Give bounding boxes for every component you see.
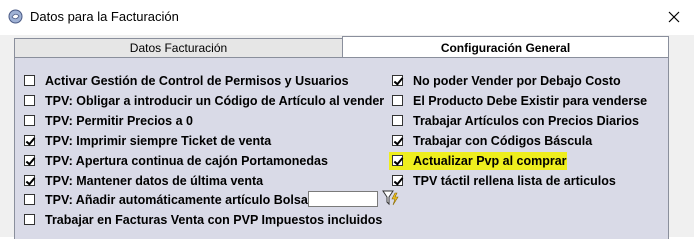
option-mantener-datos[interactable]: TPV: Mantener datos de última venta <box>24 172 263 189</box>
checkbox[interactable] <box>24 95 35 106</box>
checkbox[interactable] <box>24 155 35 166</box>
option-label: TPV: Obligar a introducir un Código de A… <box>45 93 385 108</box>
checkbox[interactable] <box>392 175 403 186</box>
option-label: TPV: Mantener datos de última venta <box>45 173 264 188</box>
checkbox[interactable] <box>24 115 35 126</box>
checkbox[interactable] <box>24 75 35 86</box>
option-label: TPV: Permitir Precios a 0 <box>45 113 193 128</box>
option-label: Activar Gestión de Control de Permisos y… <box>45 73 349 88</box>
option-apertura-cajon[interactable]: TPV: Apertura continua de cajón Portamon… <box>24 152 328 169</box>
checkbox[interactable] <box>392 135 403 146</box>
option-label: TPV: Apertura continua de cajón Portamon… <box>45 153 328 168</box>
tab-datos-facturacion[interactable]: Datos Facturación <box>14 38 343 57</box>
option-label: Trabajar en Facturas Venta con PVP Impue… <box>45 212 383 227</box>
checkbox[interactable] <box>24 214 35 225</box>
close-button[interactable] <box>654 2 694 32</box>
option-anadir-bolsas[interactable]: TPV: Añadir automáticamente artículo Bol… <box>24 191 319 208</box>
title-bar: Datos para la Facturación <box>0 0 694 36</box>
option-label: Actualizar Pvp al comprar <box>413 153 567 168</box>
option-label: Trabajar con Códigos Báscula <box>413 133 593 148</box>
tab-configuracion-general[interactable]: Configuración General <box>342 36 669 58</box>
app-icon <box>8 9 23 24</box>
option-label: No poder Vender por Debajo Costo <box>413 73 621 88</box>
option-precios-diarios[interactable]: Trabajar Artículos con Precios Diarios <box>392 112 639 129</box>
option-label: El Producto Debe Existir para venderse <box>413 93 648 108</box>
checkbox[interactable] <box>392 75 403 86</box>
checkbox[interactable] <box>24 194 35 205</box>
checkbox[interactable] <box>24 175 35 186</box>
option-producto-debe-existir[interactable]: El Producto Debe Existir para venderse <box>392 92 647 109</box>
checkbox[interactable] <box>24 135 35 146</box>
checkbox[interactable] <box>392 115 403 126</box>
option-pvp-impuestos[interactable]: Trabajar en Facturas Venta con PVP Impue… <box>24 211 382 228</box>
close-icon <box>668 11 680 23</box>
option-imprimir-ticket[interactable]: TPV: Imprimir siempre Ticket de venta <box>24 132 271 149</box>
option-label: TPV: Imprimir siempre Ticket de venta <box>45 133 272 148</box>
checkbox[interactable] <box>392 155 403 166</box>
bolsas-article-input[interactable] <box>308 191 378 207</box>
window-title: Datos para la Facturación <box>30 9 179 24</box>
option-no-vender-bajo-costo[interactable]: No poder Vender por Debajo Costo <box>392 72 621 89</box>
option-tpv-tactil-lista[interactable]: TPV táctil rellena lista de articulos <box>392 172 616 189</box>
option-label: TPV: Añadir automáticamente artículo Bol… <box>45 192 319 207</box>
option-obligar-codigo[interactable]: TPV: Obligar a introducir un Código de A… <box>24 92 384 109</box>
option-label: Trabajar Artículos con Precios Diarios <box>413 113 640 128</box>
option-actualizar-pvp[interactable]: Actualizar Pvp al comprar <box>392 152 567 169</box>
filter-lightning-icon[interactable] <box>382 189 400 207</box>
option-activar-permisos[interactable]: Activar Gestión de Control de Permisos y… <box>24 72 349 89</box>
option-label: TPV táctil rellena lista de articulos <box>413 173 616 188</box>
option-codigos-bascula[interactable]: Trabajar con Códigos Báscula <box>392 132 592 149</box>
checkbox[interactable] <box>392 95 403 106</box>
option-precios-cero[interactable]: TPV: Permitir Precios a 0 <box>24 112 193 129</box>
